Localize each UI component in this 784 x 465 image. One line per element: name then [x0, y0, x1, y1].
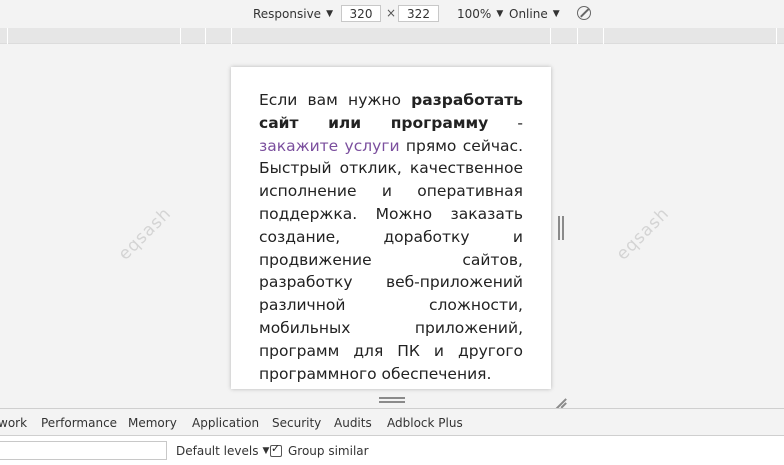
height-input[interactable]: 322 — [398, 5, 439, 22]
ruler-tick — [550, 28, 551, 44]
zoom-label: 100% — [457, 7, 492, 21]
dropdown-arrow-icon: ▼ — [262, 445, 270, 456]
handle-line — [379, 397, 405, 399]
watermark: eqsash — [114, 203, 176, 265]
network-throttle-dropdown[interactable]: Online ▼ — [509, 0, 560, 28]
tab-application[interactable]: Application — [192, 409, 259, 436]
dropdown-arrow-icon: ▼ — [326, 9, 333, 19]
watermark: eqsash — [612, 203, 674, 265]
paragraph-text: - — [488, 113, 523, 132]
bottom-resize-handle[interactable] — [379, 397, 405, 403]
handle-line — [379, 401, 405, 403]
paragraph-text: Если вам нужно — [259, 91, 412, 109]
tab-audits[interactable]: Audits — [334, 409, 372, 436]
handle-line — [558, 216, 560, 240]
corner-resize-handle[interactable] — [554, 393, 567, 408]
device-mode-label: Responsive — [253, 7, 322, 21]
tab-performance[interactable]: Performance — [41, 409, 117, 436]
page-paragraph: Если вам нужно разработать сайт или прог… — [259, 89, 523, 385]
ruler-tick — [7, 28, 8, 44]
ruler-tick — [231, 28, 232, 44]
group-similar-toggle[interactable]: Group similar — [270, 436, 369, 465]
handle-line — [562, 216, 564, 240]
tab-security[interactable]: Security — [272, 409, 321, 436]
devtools-tabbar: work Performance Memory Application Secu… — [0, 408, 784, 436]
media-query-ruler[interactable] — [0, 28, 784, 44]
dropdown-arrow-icon: ▼ — [552, 9, 560, 19]
zoom-dropdown[interactable]: 100% ▼ — [457, 0, 503, 28]
right-resize-handle[interactable] — [558, 216, 564, 240]
checkbox-checked-icon[interactable] — [270, 442, 282, 457]
devtools-device-mode: Responsive ▼ 320 × 322 100% ▼ Online ▼ e… — [0, 0, 784, 465]
order-services-link[interactable]: закажите услуги — [259, 137, 400, 155]
tab-adblock-plus[interactable]: Adblock Plus — [387, 409, 463, 436]
ruler-tick — [603, 28, 604, 44]
dimension-separator: × — [386, 6, 397, 20]
group-similar-label: Group similar — [288, 443, 369, 458]
network-label: Online — [509, 7, 548, 21]
device-mode-dropdown[interactable]: Responsive ▼ — [253, 0, 333, 28]
console-filter-bar: Default levels ▼ Group similar — [0, 436, 784, 465]
device-viewport-area: eqsash eqsash eqsash Если вам нужно разр… — [0, 44, 784, 408]
width-input[interactable]: 320 — [341, 5, 381, 22]
paragraph-text: прямо сейчас. Быстрый отклик, качественн… — [259, 136, 523, 383]
console-filter-input[interactable] — [0, 441, 167, 460]
tab-memory[interactable]: Memory — [128, 409, 177, 436]
device-toolbar: Responsive ▼ 320 × 322 100% ▼ Online ▼ — [0, 0, 784, 28]
log-levels-label: Default levels — [176, 443, 259, 458]
dropdown-arrow-icon: ▼ — [496, 9, 504, 19]
ruler-tick — [180, 28, 181, 44]
ruler-tick — [205, 28, 206, 44]
ruler-tick — [577, 28, 578, 44]
log-levels-dropdown[interactable]: Default levels ▼ — [176, 436, 269, 465]
device-frame[interactable]: Если вам нужно разработать сайт или прог… — [231, 67, 551, 389]
rotate-icon[interactable] — [577, 6, 591, 20]
tab-network[interactable]: work — [0, 409, 27, 436]
ruler-tick — [776, 28, 777, 44]
